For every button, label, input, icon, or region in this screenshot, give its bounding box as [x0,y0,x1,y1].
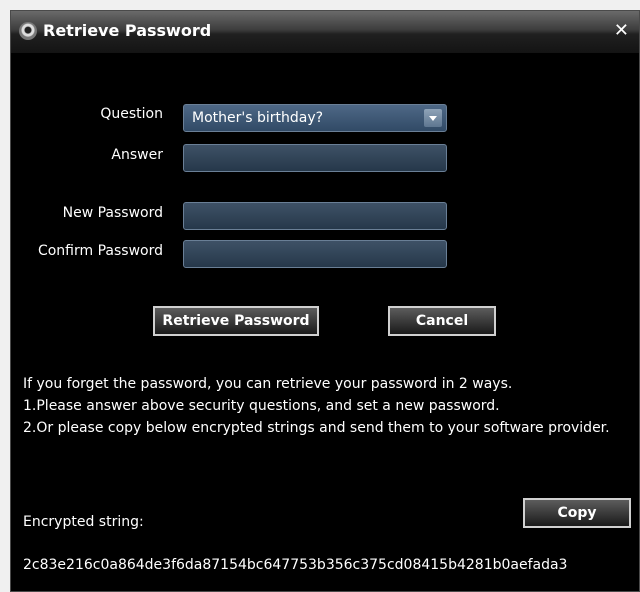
new-password-field[interactable] [183,202,447,230]
confirm-password-label: Confirm Password [37,243,163,259]
help-line-2: 1.Please answer above security questions… [23,398,500,414]
question-label: Question [100,106,163,122]
close-icon[interactable]: ✕ [614,20,629,41]
cancel-button[interactable]: Cancel [388,306,496,336]
retrieve-password-dialog: Retrieve Password ✕ Question Mother's bi… [10,10,640,592]
help-line-3: 2.Or please copy below encrypted strings… [23,420,610,436]
encrypted-string-value: 2c83e216c0a864de3f6da87154bc647753b356c3… [23,557,568,573]
help-line-1: If you forget the password, you can retr… [23,376,513,392]
answer-label: Answer [111,147,163,163]
confirm-password-field[interactable] [183,240,447,268]
new-password-label: New Password [62,205,163,221]
dialog-title: Retrieve Password [43,21,212,40]
encrypted-string-label: Encrypted string: [23,514,144,530]
chevron-down-icon[interactable] [424,109,442,127]
question-value: Mother's birthday? [192,110,324,126]
answer-field[interactable] [183,144,447,172]
copy-button[interactable]: Copy [523,498,631,528]
title-bar[interactable]: Retrieve Password ✕ [11,11,639,53]
help-text: If you forget the password, you can retr… [23,373,633,439]
camera-icon [19,22,37,40]
question-select[interactable]: Mother's birthday? [183,104,447,132]
retrieve-password-button[interactable]: Retrieve Password [153,306,319,336]
